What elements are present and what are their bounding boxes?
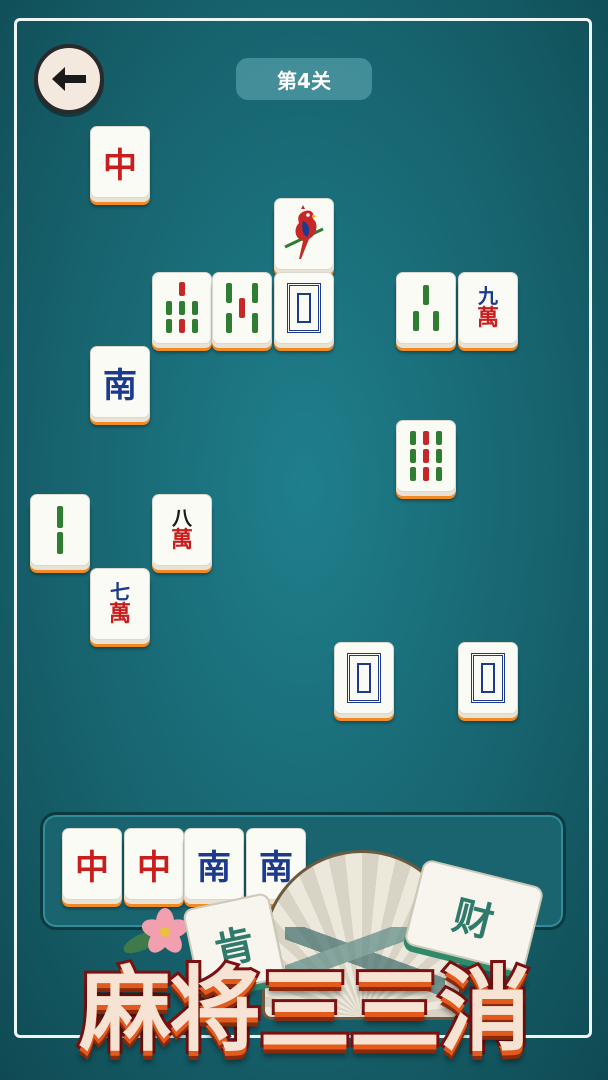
bamboo-9-icon [410,431,442,481]
bamboo-3-icon [413,285,439,331]
game-title-banner: 麻将三三消 [30,936,578,1068]
tile-bird[interactable] [274,198,334,270]
level-indicator: 第4关 [236,58,372,100]
tile-white-dragon[interactable] [334,642,394,714]
tile-seven-wan[interactable]: 七 萬 [90,568,150,640]
tile-eight-wan[interactable]: 八 萬 [152,494,212,566]
tray-tile-text: 中 [75,847,109,888]
tray-tile: 南 [184,828,244,900]
wan-number: 八 [171,505,192,530]
tile-white-dragon[interactable] [274,272,334,344]
tray-tile: 中 [124,828,184,900]
tile-zhong[interactable]: 中 [90,126,150,198]
bamboo-6-icon [166,282,198,333]
wan-number: 九 [477,283,498,308]
game-title: 麻将三三消 [76,954,534,1067]
wan-suffix: 萬 [108,600,131,627]
white-dragon-icon [287,283,321,333]
wan-number: 七 [109,579,130,604]
white-dragon-icon [347,653,381,703]
tray-tile: 中 [62,828,122,900]
wan-suffix: 萬 [170,526,193,553]
tile-face-text: 中 [103,145,137,186]
tile-white-dragon[interactable] [458,642,518,714]
back-button[interactable] [34,44,104,114]
tile-nan[interactable]: 南 [90,346,150,418]
bird-icon [284,205,324,259]
tile-face-text: 南 [103,365,137,406]
tile-bamboo-3[interactable] [396,272,456,344]
bamboo-5-icon [226,283,258,333]
tile-bamboo-6[interactable] [152,272,212,344]
level-label: 第4关 [277,68,331,93]
bamboo-2-icon [57,506,63,554]
back-arrow-icon [52,67,86,91]
white-dragon-icon [471,653,505,703]
tile-bamboo-5[interactable] [212,272,272,344]
tile-bamboo-9[interactable] [396,420,456,492]
tray-tile-text: 中 [137,847,171,888]
tile-nine-wan[interactable]: 九 萬 [458,272,518,344]
wan-suffix: 萬 [476,304,499,331]
tile-bamboo-2[interactable] [30,494,90,566]
tray-tile-text: 南 [197,847,231,888]
